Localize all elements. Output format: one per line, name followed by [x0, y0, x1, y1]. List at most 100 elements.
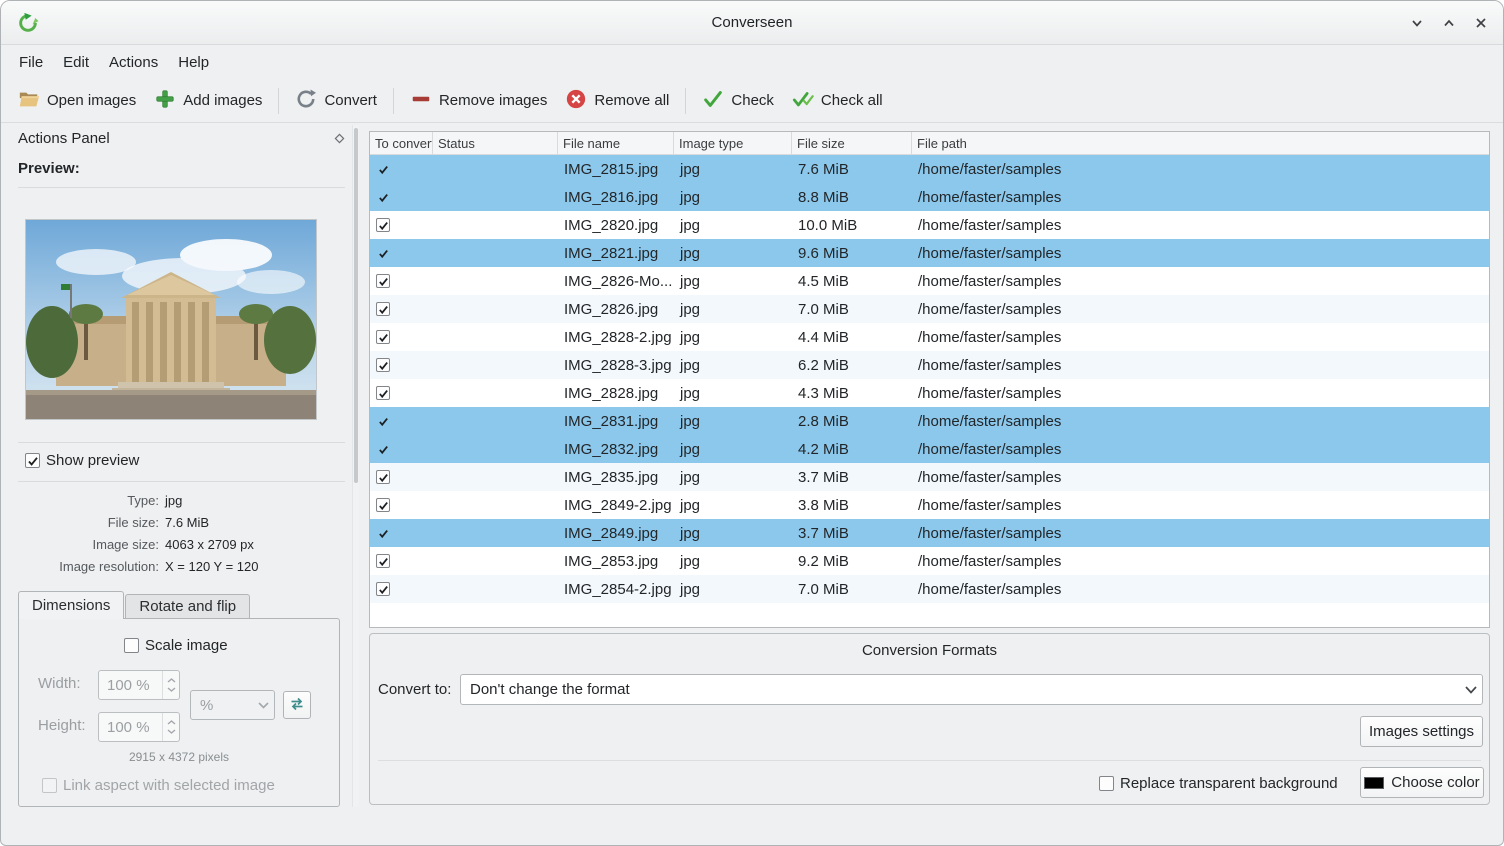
column-header-file-size[interactable]: File size — [792, 132, 912, 154]
to-convert-checkbox[interactable] — [376, 274, 390, 288]
table-row[interactable]: IMG_2849-2.jpg jpg 3.8 MiB /home/faster/… — [370, 491, 1489, 519]
table-row[interactable]: IMG_2853.jpg jpg 9.2 MiB /home/faster/sa… — [370, 547, 1489, 575]
float-panel-button[interactable] — [333, 132, 345, 144]
format-combobox[interactable]: Don't change the format — [460, 674, 1483, 705]
cell-file-name: IMG_2828.jpg — [558, 379, 674, 407]
cell-to-convert — [370, 155, 433, 183]
show-preview-checkbox[interactable]: Show preview — [25, 452, 139, 469]
to-convert-checkbox[interactable] — [376, 582, 390, 596]
column-header-file-name[interactable]: File name — [558, 132, 674, 154]
cell-to-convert — [370, 407, 433, 435]
table-row[interactable]: IMG_2815.jpg jpg 7.6 MiB /home/faster/sa… — [370, 155, 1489, 183]
table-row[interactable]: IMG_2821.jpg jpg 9.6 MiB /home/faster/sa… — [370, 239, 1489, 267]
add-images-button[interactable]: Add images — [145, 82, 271, 120]
checkbox-box[interactable] — [25, 453, 40, 468]
to-convert-checkbox[interactable] — [376, 414, 390, 428]
remove-minus-icon — [410, 88, 432, 114]
scale-image-checkbox[interactable]: Scale image — [124, 637, 228, 654]
to-convert-checkbox[interactable] — [376, 554, 390, 568]
to-convert-checkbox[interactable] — [376, 302, 390, 316]
table-row[interactable]: IMG_2828-2.jpg jpg 4.4 MiB /home/faster/… — [370, 323, 1489, 351]
info-label: File size: — [9, 515, 159, 530]
to-convert-checkbox[interactable] — [376, 526, 390, 540]
to-convert-checkbox[interactable] — [376, 218, 390, 232]
checkbox-box[interactable] — [42, 778, 57, 793]
to-convert-checkbox[interactable] — [376, 246, 390, 260]
close-button[interactable] — [1471, 13, 1491, 33]
to-convert-checkbox[interactable] — [376, 330, 390, 344]
images-settings-button[interactable]: Images settings — [1360, 716, 1483, 747]
table-row[interactable]: IMG_2826-Mo... jpg 4.5 MiB /home/faster/… — [370, 267, 1489, 295]
scrollbar-handle[interactable] — [354, 128, 358, 483]
to-convert-checkbox[interactable] — [376, 470, 390, 484]
tab-dimensions[interactable]: Dimensions — [18, 591, 124, 619]
cell-status — [433, 351, 558, 379]
table-row[interactable]: IMG_2828-3.jpg jpg 6.2 MiB /home/faster/… — [370, 351, 1489, 379]
cell-file-name: IMG_2815.jpg — [558, 155, 674, 183]
cell-file-size: 9.6 MiB — [792, 239, 912, 267]
tab-rotate-and-flip[interactable]: Rotate and flip — [125, 594, 250, 618]
table-row[interactable]: IMG_2832.jpg jpg 4.2 MiB /home/faster/sa… — [370, 435, 1489, 463]
row-check-icon — [378, 444, 389, 455]
preview-image — [26, 220, 316, 419]
menu-help[interactable]: Help — [168, 49, 219, 76]
table-row[interactable]: IMG_2826.jpg jpg 7.0 MiB /home/faster/sa… — [370, 295, 1489, 323]
spin-buttons[interactable] — [162, 671, 179, 699]
toolbar-separator — [393, 88, 394, 114]
height-label: Height: — [38, 711, 94, 741]
unit-combobox[interactable]: % — [190, 690, 275, 720]
column-header-status[interactable]: Status — [433, 132, 558, 154]
cell-file-path: /home/faster/samples — [912, 323, 1489, 351]
check-button[interactable]: Check — [693, 82, 783, 120]
remove-images-button[interactable]: Remove images — [401, 82, 556, 120]
cell-status — [433, 407, 558, 435]
link-aspect-checkbox[interactable]: Link aspect with selected image — [42, 777, 275, 794]
table-row[interactable]: IMG_2831.jpg jpg 2.8 MiB /home/faster/sa… — [370, 407, 1489, 435]
panel-scrollbar[interactable] — [352, 125, 359, 807]
cell-image-type: jpg — [674, 155, 792, 183]
table-row[interactable]: IMG_2835.jpg jpg 3.7 MiB /home/faster/sa… — [370, 463, 1489, 491]
to-convert-checkbox[interactable] — [376, 498, 390, 512]
replace-background-checkbox[interactable]: Replace transparent background — [1099, 775, 1338, 792]
table-row[interactable]: IMG_2849.jpg jpg 3.7 MiB /home/faster/sa… — [370, 519, 1489, 547]
convert-button[interactable]: Convert — [286, 82, 386, 120]
menu-actions[interactable]: Actions — [99, 49, 168, 76]
menu-edit[interactable]: Edit — [53, 49, 99, 76]
spin-buttons[interactable] — [162, 713, 179, 741]
table-row[interactable]: IMG_2816.jpg jpg 8.8 MiB /home/faster/sa… — [370, 183, 1489, 211]
menu-file[interactable]: File — [9, 49, 53, 76]
cell-file-path: /home/faster/samples — [912, 155, 1489, 183]
width-spinbox[interactable]: 100 % — [98, 670, 180, 700]
checkbox-box[interactable] — [1099, 776, 1114, 791]
menu-bar: File Edit Actions Help — [1, 45, 1503, 79]
reset-size-button[interactable] — [283, 691, 311, 719]
row-check-icon — [378, 556, 389, 567]
table-row[interactable]: IMG_2854-2.jpg jpg 7.0 MiB /home/faster/… — [370, 575, 1489, 603]
maximize-button[interactable] — [1439, 13, 1459, 33]
open-images-button[interactable]: Open images — [9, 82, 145, 120]
toolbar-button-label: Open images — [47, 92, 136, 109]
choose-color-button[interactable]: Choose color — [1360, 767, 1484, 798]
to-convert-checkbox[interactable] — [376, 386, 390, 400]
minimize-button[interactable] — [1407, 13, 1427, 33]
remove-all-button[interactable]: Remove all — [556, 82, 678, 120]
cell-file-name: IMG_2849.jpg — [558, 519, 674, 547]
width-value: 100 % — [99, 677, 162, 694]
column-header-to-convert[interactable]: To convert — [370, 132, 433, 154]
to-convert-checkbox[interactable] — [376, 358, 390, 372]
table-row[interactable]: IMG_2820.jpg jpg 10.0 MiB /home/faster/s… — [370, 211, 1489, 239]
column-header-file-path[interactable]: File path — [912, 132, 1489, 154]
column-header-image-type[interactable]: Image type — [674, 132, 792, 154]
cell-image-type: jpg — [674, 183, 792, 211]
convert-to-label: Convert to: — [378, 674, 451, 705]
to-convert-checkbox[interactable] — [376, 162, 390, 176]
cell-image-type: jpg — [674, 463, 792, 491]
checkbox-box[interactable] — [124, 638, 139, 653]
check-all-button[interactable]: Check all — [783, 82, 892, 120]
to-convert-checkbox[interactable] — [376, 190, 390, 204]
cell-image-type: jpg — [674, 267, 792, 295]
to-convert-checkbox[interactable] — [376, 442, 390, 456]
height-spinbox[interactable]: 100 % — [98, 712, 180, 742]
table-row[interactable]: IMG_2828.jpg jpg 4.3 MiB /home/faster/sa… — [370, 379, 1489, 407]
chevron-down-icon — [167, 687, 176, 692]
